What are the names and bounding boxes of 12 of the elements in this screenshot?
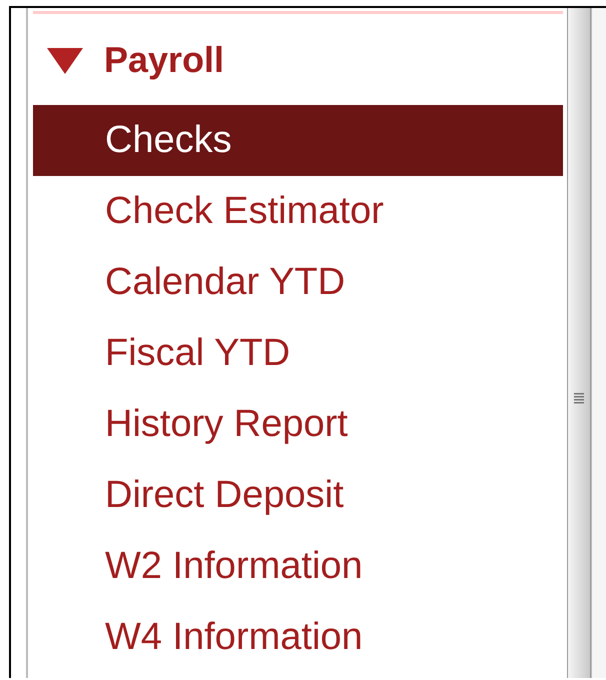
menu-header[interactable]: Payroll <box>33 14 563 105</box>
menu-item[interactable]: History Report <box>33 389 563 460</box>
menu-item[interactable]: Check Estimator <box>33 176 563 247</box>
menu-item[interactable]: W4 Information <box>33 602 563 673</box>
menu-item[interactable]: W2 Information <box>33 531 563 602</box>
menu-title: Payroll <box>104 38 224 80</box>
menu-item[interactable]: Direct Deposit <box>33 460 563 531</box>
menu-item[interactable]: Checks <box>33 105 563 176</box>
scrollbar[interactable] <box>567 8 591 678</box>
menu-item[interactable]: Fiscal YTD <box>33 318 563 389</box>
scroll-grip-icon <box>573 392 585 404</box>
menu-item[interactable]: Calendar YTD <box>33 247 563 318</box>
